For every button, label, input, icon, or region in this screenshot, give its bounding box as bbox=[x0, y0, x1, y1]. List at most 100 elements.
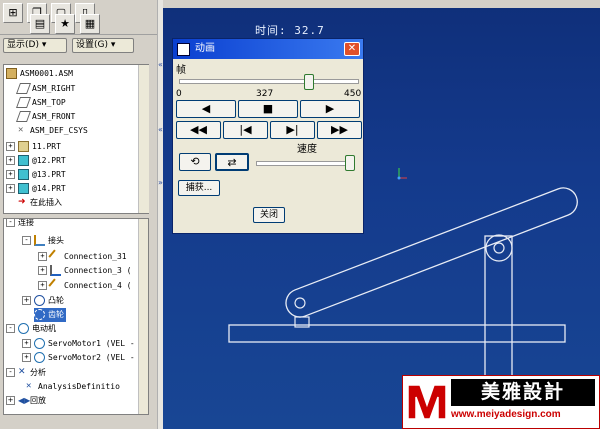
capture-button[interactable]: 捕获... bbox=[178, 180, 220, 196]
tree-item-datum-plane[interactable]: ASM_TOP bbox=[15, 96, 66, 110]
playback-icon: ◀▶ bbox=[18, 396, 31, 405]
csys-icon: ✕ bbox=[18, 125, 24, 135]
expand-icon[interactable]: + bbox=[6, 156, 15, 165]
gear-icon bbox=[34, 309, 45, 320]
tree-item-motors[interactable]: - 电动机 bbox=[6, 322, 56, 336]
tree-item-insert-here[interactable]: ➜ 在此插入 bbox=[18, 196, 62, 210]
to-end-button[interactable]: ▶| bbox=[270, 121, 315, 139]
slider-joint-icon bbox=[48, 249, 63, 264]
expand-icon[interactable]: + bbox=[6, 396, 15, 405]
model-tree: ASM0001.ASM ASM_RIGHT ASM_TOP ASM_FRONT … bbox=[3, 64, 149, 214]
part-icon bbox=[18, 169, 29, 180]
fast-forward-button[interactable]: ▶▶ bbox=[317, 121, 362, 139]
tree-item-part[interactable]: + @14.PRT bbox=[6, 182, 66, 196]
expand-icon[interactable]: + bbox=[38, 281, 47, 290]
play-backward-button[interactable]: ◀ bbox=[176, 100, 236, 118]
settings-dropdown[interactable]: 设置(G) ▾ bbox=[72, 38, 134, 53]
tree-item-datum-plane[interactable]: ASM_FRONT bbox=[15, 110, 75, 124]
tree-item-cams[interactable]: + 凸轮 bbox=[22, 294, 64, 308]
display-dropdown[interactable]: 显示(D) ▾ bbox=[3, 38, 67, 53]
dialog-title-bar[interactable]: 动画 ✕ bbox=[173, 39, 363, 59]
image-icon[interactable]: ▦ bbox=[80, 14, 100, 34]
collapse-icon[interactable]: - bbox=[6, 219, 15, 227]
expand-icon[interactable]: + bbox=[6, 142, 15, 151]
tree-item-assembly[interactable]: ASM0001.ASM bbox=[6, 67, 73, 81]
time-readout: 时间: 32.7 bbox=[255, 24, 325, 37]
tree-item-playback[interactable]: + ◀▶回放 bbox=[6, 394, 46, 408]
expand-icon[interactable]: + bbox=[22, 353, 31, 362]
tree-item-datum-plane[interactable]: ASM_RIGHT bbox=[15, 82, 75, 96]
close-button[interactable]: 关闭 bbox=[253, 207, 285, 223]
mechanism-tree: - 连接 - 接头 + Connection_31 + Connection_3 ( +… bbox=[3, 218, 149, 415]
collapse-icon[interactable]: - bbox=[6, 368, 15, 377]
tree-item-part[interactable]: +11.PRT bbox=[6, 140, 61, 154]
analysis-icon: ✕ bbox=[26, 381, 32, 391]
datum-plane-icon bbox=[15, 97, 32, 108]
play-forward-button[interactable]: ▶ bbox=[300, 100, 360, 118]
tree-item-part[interactable]: + @12.PRT bbox=[6, 154, 66, 168]
tree-item-part[interactable]: + @13.PRT bbox=[6, 168, 66, 182]
stop-square-icon: ■ bbox=[262, 102, 274, 115]
tree-item-servo-motor[interactable]: + ServoMotor2 (VEL - bbox=[22, 351, 135, 365]
frame-slider-thumb[interactable] bbox=[304, 74, 315, 90]
speed-slider-thumb[interactable] bbox=[345, 155, 355, 171]
model-tree-panel: ⊞ ❐ ▢ ▯ ▤ ★ ▦ 显示(D) ▾ 设置(G) ▾ ASM0001.AS… bbox=[0, 0, 160, 429]
skip-start-icon: |◀ bbox=[239, 123, 252, 136]
model-tree-scrollbar[interactable] bbox=[138, 65, 149, 213]
expand-icon[interactable]: + bbox=[6, 184, 15, 193]
frame-slider-track[interactable] bbox=[179, 79, 359, 84]
frame-label: 帧 bbox=[176, 65, 186, 76]
datum-plane-icon bbox=[15, 111, 32, 122]
star-folder-icon[interactable]: ★ bbox=[55, 14, 75, 34]
collapse-icon[interactable]: - bbox=[6, 324, 15, 333]
frame-min: 0 bbox=[176, 89, 182, 99]
expand-icon[interactable]: + bbox=[6, 170, 15, 179]
tree-item-connections[interactable]: - 连接 bbox=[6, 219, 34, 230]
close-icon[interactable]: ✕ bbox=[344, 42, 360, 56]
rewind-icon: ◀◀ bbox=[190, 123, 207, 136]
tree-item-csys[interactable]: ✕ ASM_DEF_CSYS bbox=[18, 124, 88, 138]
tree-view-icon[interactable]: ⊞ bbox=[3, 3, 23, 23]
collapse-icon[interactable]: - bbox=[22, 236, 31, 245]
mechanism-tree-scrollbar[interactable] bbox=[138, 219, 148, 414]
app-icon bbox=[177, 43, 190, 56]
logo-url: www.meiyadesign.com bbox=[451, 409, 561, 420]
part-icon bbox=[18, 183, 29, 194]
expand-icon[interactable]: + bbox=[38, 266, 47, 275]
part-icon bbox=[18, 141, 29, 152]
tree-item-servo-motor[interactable]: + ServoMotor1 (VEL - bbox=[22, 337, 135, 351]
planar-joint-icon bbox=[50, 265, 61, 276]
servo-motor-icon bbox=[34, 338, 45, 349]
tree-item-connection[interactable]: + Connection_31 bbox=[38, 249, 127, 264]
triangle-right-icon: ▶ bbox=[325, 102, 335, 115]
frame-max: 450 bbox=[344, 89, 362, 99]
tree-item-gears[interactable]: 齿轮 bbox=[34, 308, 66, 322]
vertical-link-hole bbox=[493, 242, 505, 254]
joint-icon bbox=[34, 235, 45, 246]
expand-icon[interactable]: + bbox=[22, 339, 31, 348]
tree-item-joints[interactable]: - 接头 bbox=[22, 234, 64, 248]
tree-item-analysis-definition[interactable]: ✕ AnalysisDefinitio bbox=[26, 380, 120, 394]
logo-mark bbox=[407, 384, 447, 420]
tree-item-connection[interactable]: + Connection_3 ( bbox=[38, 264, 131, 278]
base-rail bbox=[228, 324, 566, 343]
tree-item-connection[interactable]: + Connection_4 ( bbox=[38, 278, 131, 293]
dialog-title: 动画 bbox=[195, 43, 215, 54]
reverse-loop-button[interactable]: ⇄ bbox=[215, 153, 249, 171]
watermark-logo: 美雅設計 www.meiyadesign.com bbox=[402, 375, 600, 429]
stop-button[interactable]: ■ bbox=[238, 100, 298, 118]
pivot-hole bbox=[294, 297, 306, 309]
repeat-button[interactable]: ⟲ bbox=[179, 153, 211, 171]
expand-icon[interactable]: + bbox=[38, 252, 47, 261]
tree-item-analysis[interactable]: - ✕ 分析 bbox=[6, 366, 46, 380]
speed-slider-track[interactable] bbox=[256, 161, 355, 166]
folder-icon[interactable]: ▤ bbox=[30, 14, 50, 34]
axis-origin bbox=[397, 176, 401, 180]
assembly-icon bbox=[6, 68, 17, 79]
fast-forward-icon: ▶▶ bbox=[331, 123, 348, 136]
datum-plane-icon bbox=[15, 83, 32, 94]
to-start-button[interactable]: |◀ bbox=[223, 121, 268, 139]
expand-icon[interactable]: + bbox=[22, 296, 31, 305]
rewind-button[interactable]: ◀◀ bbox=[176, 121, 221, 139]
motor-icon bbox=[18, 323, 29, 334]
